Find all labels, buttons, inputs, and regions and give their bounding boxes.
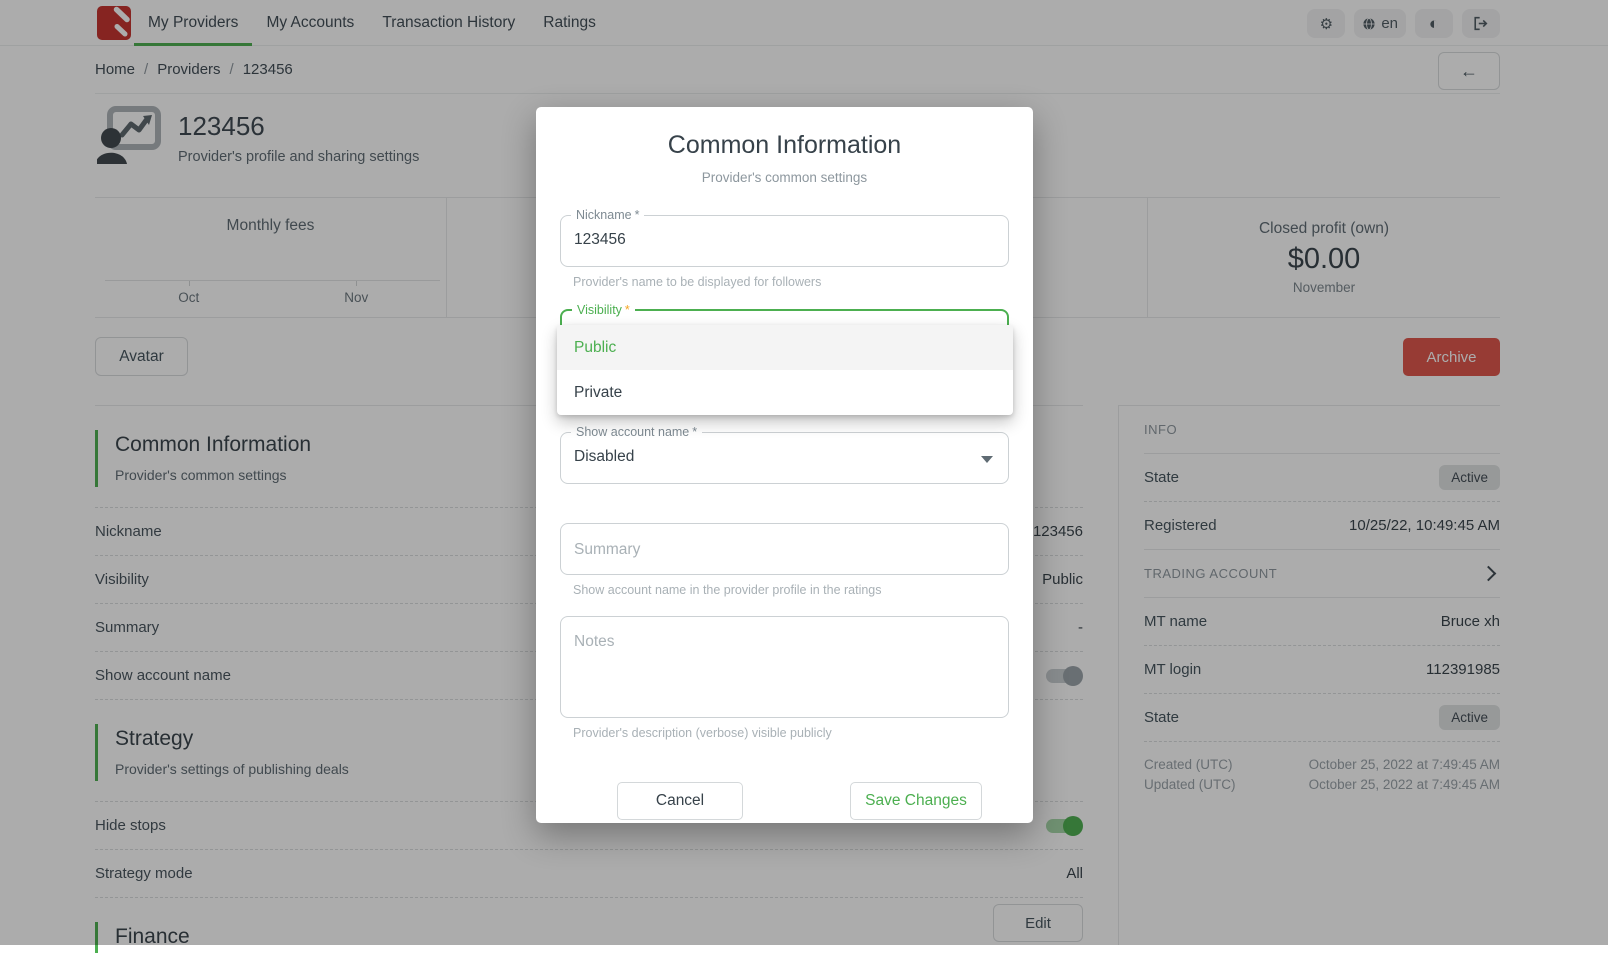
- dialog-subtitle: Provider's common settings: [536, 170, 1033, 185]
- cancel-button[interactable]: Cancel: [617, 782, 743, 820]
- save-changes-button[interactable]: Save Changes: [850, 782, 982, 820]
- summary-field: [560, 523, 1009, 575]
- notes-textarea[interactable]: [574, 633, 984, 703]
- visibility-dropdown-menu: Public Private: [557, 325, 1013, 415]
- show-account-name-helper: Show account name in the provider profil…: [573, 583, 882, 597]
- show-account-name-select[interactable]: Show account name* Disabled: [560, 432, 1009, 484]
- nickname-input[interactable]: [574, 231, 984, 249]
- dialog-title: Common Information: [536, 131, 1033, 160]
- nickname-field: Nickname*: [560, 215, 1009, 267]
- notes-helper: Provider's description (verbose) visible…: [573, 726, 832, 740]
- field-label: Nickname*: [571, 208, 644, 222]
- common-information-dialog: Common Information Provider's common set…: [536, 107, 1033, 823]
- summary-input[interactable]: [574, 541, 984, 559]
- dropdown-option-private[interactable]: Private: [557, 370, 1013, 415]
- field-label: Visibility*: [572, 303, 635, 317]
- field-label: Show account name*: [571, 425, 702, 439]
- dropdown-option-public[interactable]: Public: [557, 325, 1013, 370]
- dialog-actions: Cancel Save Changes: [536, 782, 1033, 820]
- chevron-down-icon: [981, 456, 993, 463]
- notes-field: [560, 616, 1009, 718]
- nickname-helper: Provider's name to be displayed for foll…: [573, 275, 821, 289]
